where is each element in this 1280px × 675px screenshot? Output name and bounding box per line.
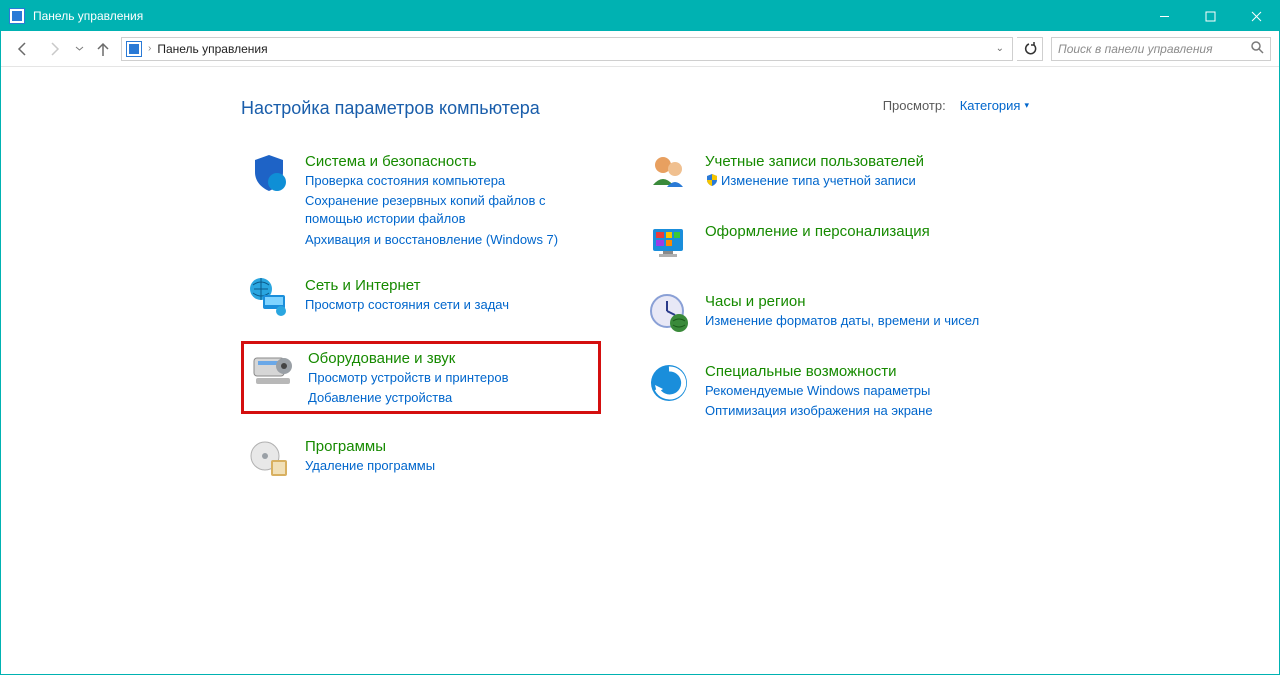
chevron-down-icon: ▾ — [1024, 100, 1029, 111]
up-button[interactable] — [89, 35, 117, 63]
category-network-internet: Сеть и Интернет Просмотр состояния сети … — [241, 271, 601, 323]
maximize-button[interactable] — [1187, 1, 1233, 31]
category-title[interactable]: Система и безопасность — [305, 153, 595, 170]
category-hardware-sound: Оборудование и звук Просмотр устройств и… — [241, 341, 601, 414]
category-link[interactable]: Сохранение резервных копий файлов с помо… — [305, 192, 595, 228]
address-bar[interactable]: › Панель управления ⌄ — [121, 37, 1013, 61]
category-link[interactable]: Удаление программы — [305, 457, 435, 475]
programs-icon — [247, 436, 291, 480]
category-title[interactable]: Специальные возможности — [705, 363, 933, 380]
search-input[interactable]: Поиск в панели управления — [1051, 37, 1271, 61]
category-link[interactable]: Просмотр состояния сети и задач — [305, 296, 509, 314]
category-clock-region: Часы и регион Изменение форматов даты, в… — [641, 287, 1001, 339]
search-icon — [1251, 41, 1264, 57]
uac-shield-icon — [705, 173, 719, 187]
category-link[interactable]: Рекомендуемые Windows параметры — [705, 382, 933, 400]
category-programs: Программы Удаление программы — [241, 432, 601, 484]
toolbar: › Панель управления ⌄ Поиск в панели упр… — [1, 31, 1279, 67]
ease-icon — [647, 361, 691, 405]
category-title[interactable]: Оформление и персонализация — [705, 223, 930, 240]
category-link-text: Изменение типа учетной записи — [721, 173, 916, 188]
category-columns: Система и безопасность Проверка состояни… — [241, 147, 1239, 484]
category-ease-of-access: Специальные возможности Рекомендуемые Wi… — [641, 357, 1001, 424]
minimize-button[interactable] — [1141, 1, 1187, 31]
category-link[interactable]: Добавление устройства — [308, 389, 508, 407]
personalize-icon — [647, 221, 691, 265]
category-link[interactable]: Изменение форматов даты, времени и чисел — [705, 312, 979, 330]
window-title: Панель управления — [33, 9, 143, 23]
hardware-icon — [250, 348, 294, 392]
refresh-button[interactable] — [1017, 37, 1043, 61]
clock-icon — [647, 291, 691, 335]
breadcrumb-separator-icon: › — [148, 43, 151, 54]
shield-icon — [247, 151, 291, 195]
category-link[interactable]: Проверка состояния компьютера — [305, 172, 595, 190]
category-title[interactable]: Оборудование и звук — [308, 350, 508, 367]
view-by-value: Категория — [960, 98, 1021, 113]
address-dropdown-icon[interactable]: ⌄ — [992, 43, 1008, 54]
content-area: Просмотр: Категория ▾ Настройка параметр… — [1, 68, 1279, 674]
view-by-label: Просмотр: — [883, 98, 946, 113]
category-link[interactable]: Изменение типа учетной записи — [705, 172, 924, 190]
category-link[interactable]: Оптимизация изображения на экране — [705, 402, 933, 420]
category-title[interactable]: Часы и регион — [705, 293, 979, 310]
network-icon — [247, 275, 291, 319]
titlebar: Панель управления — [1, 1, 1279, 31]
address-location: Панель управления — [157, 42, 267, 56]
page-heading: Настройка параметров компьютера — [241, 98, 1239, 119]
control-panel-app-icon — [9, 8, 25, 24]
left-column: Система и безопасность Проверка состояни… — [241, 147, 601, 484]
view-by-dropdown[interactable]: Категория ▾ — [960, 98, 1029, 113]
search-placeholder: Поиск в панели управления — [1058, 42, 1213, 56]
category-user-accounts: Учетные записи пользователей Изменение т… — [641, 147, 1001, 199]
category-link[interactable]: Архивация и восстановление (Windows 7) — [305, 231, 595, 249]
category-title[interactable]: Сеть и Интернет — [305, 277, 509, 294]
view-by-row: Просмотр: Категория ▾ — [883, 98, 1029, 113]
right-column: Учетные записи пользователей Изменение т… — [641, 147, 1001, 484]
control-panel-location-icon — [126, 41, 142, 57]
category-title[interactable]: Программы — [305, 438, 435, 455]
close-button[interactable] — [1233, 1, 1279, 31]
back-button[interactable] — [9, 35, 37, 63]
users-icon — [647, 151, 691, 195]
window-controls — [1141, 1, 1279, 31]
category-title[interactable]: Учетные записи пользователей — [705, 153, 924, 170]
forward-button[interactable] — [41, 35, 69, 63]
category-system-security: Система и безопасность Проверка состояни… — [241, 147, 601, 253]
category-appearance-personalization: Оформление и персонализация — [641, 217, 1001, 269]
category-link[interactable]: Просмотр устройств и принтеров — [308, 369, 508, 387]
recent-locations-dropdown[interactable] — [73, 44, 85, 53]
